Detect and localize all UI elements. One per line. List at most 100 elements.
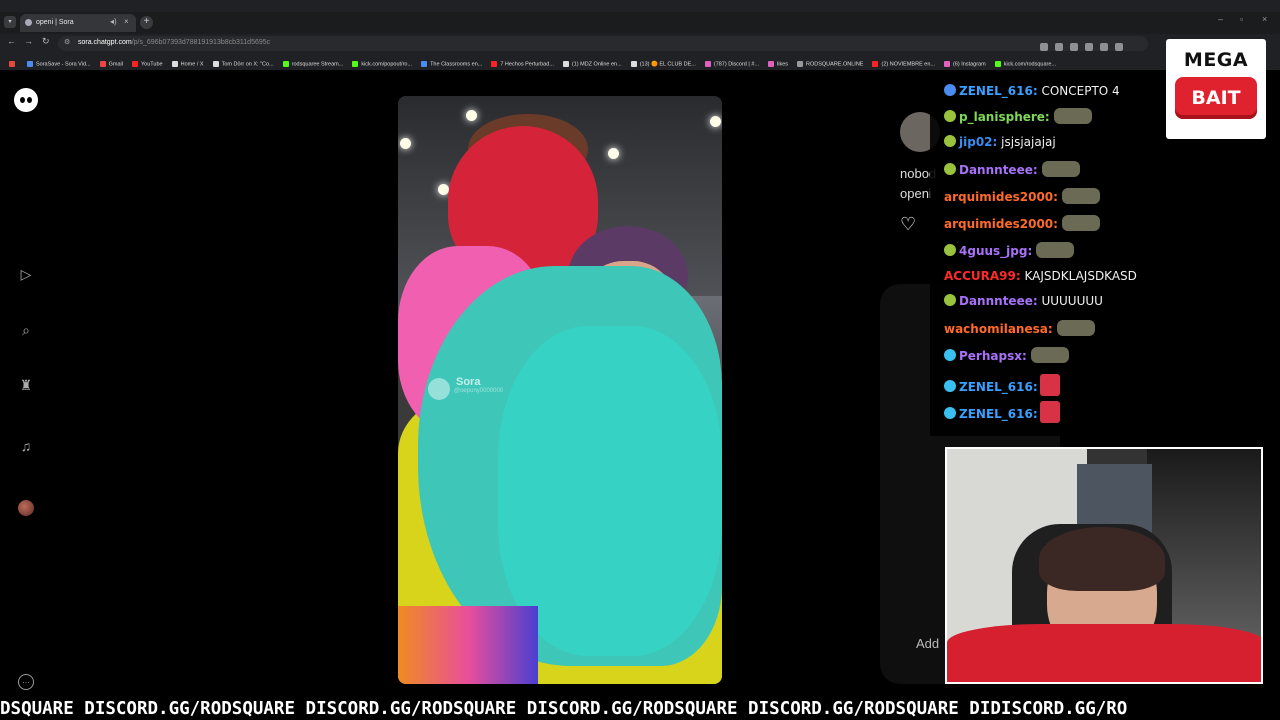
- bookmark-favicon-icon: [943, 60, 950, 67]
- bookmark-item[interactable]: rodsquaree Stream...: [282, 60, 343, 67]
- bookmark-label: Gmail: [108, 60, 123, 67]
- ceiling-light: [400, 138, 411, 149]
- notification-bell-icon[interactable]: ♫: [16, 436, 36, 456]
- speaker-icon[interactable]: ◂): [110, 17, 117, 26]
- bookmark-item[interactable]: kick.com/rodsquare...: [994, 60, 1056, 67]
- site-info-icon[interactable]: ⚙: [64, 38, 70, 46]
- bookmark-label: (13) 🟠 EL CLUB DE...: [639, 60, 696, 67]
- like-heart-icon[interactable]: ♡: [900, 214, 916, 235]
- address-bar[interactable]: ⚙ sora.chatgpt.com/p/s_696b07393d7881919…: [58, 36, 1148, 51]
- chat-message: Dannnteee:: [944, 161, 1080, 183]
- chat-emote-icon: [1056, 320, 1095, 336]
- chat-text: CONCEPTO 4: [1037, 84, 1120, 98]
- tab-favicon-icon: [25, 19, 32, 26]
- bookmark-star-icon[interactable]: [1115, 43, 1123, 51]
- minimize-icon[interactable]: –: [1218, 14, 1223, 24]
- bookmark-item[interactable]: (6) Instagram: [943, 60, 986, 67]
- bookmark-item[interactable]: likes: [768, 60, 788, 67]
- url-path: /p/s_696b07393d788191913b8cb311d5695c: [131, 39, 271, 46]
- bookmark-label: (2) NOVIEMBRE en...: [881, 60, 935, 67]
- more-options-icon[interactable]: …: [18, 674, 34, 690]
- extension-icon[interactable]: [1070, 43, 1078, 51]
- back-icon[interactable]: ←: [7, 36, 16, 46]
- chat-message: ZENEL_616: CONCEPTO 4: [944, 84, 1120, 106]
- browser-chrome: ▾ openi | Sora ◂) × + – ▫ × ← → ↻ ⚙ sora…: [0, 0, 1280, 70]
- restore-icon[interactable]: ▫: [1240, 14, 1243, 24]
- chat-emote-icon: [1061, 188, 1100, 204]
- reload-icon[interactable]: ↻: [42, 36, 50, 47]
- bookmark-item[interactable]: SoraSave - Sora Vid...: [27, 60, 91, 67]
- chat-message: jip02: jsjsjajajaj: [944, 135, 1056, 157]
- video-player[interactable]: Sora @oepuny0000000: [398, 96, 722, 684]
- new-tab-button[interactable]: +: [140, 16, 153, 29]
- url-host: sora.chatgpt.com: [78, 39, 132, 46]
- bookmark-label: (787) Discord | #...: [713, 60, 759, 67]
- bookmark-item[interactable]: (787) Discord | #...: [704, 60, 759, 67]
- bookmark-item[interactable]: (2) NOVIEMBRE en...: [872, 60, 935, 67]
- sora-logo-icon[interactable]: [14, 88, 38, 112]
- chat-emote-icon: [1039, 401, 1060, 423]
- bookmark-favicon-icon: [630, 60, 637, 67]
- discord-ticker: DSQUARE DISCORD.GG/RODSQUARE DISCORD.GG/…: [0, 699, 1280, 720]
- bookmark-item[interactable]: Home / X: [171, 60, 204, 67]
- bookmark-item[interactable]: RODSQUARE.ONLINE: [797, 60, 864, 67]
- bookmark-favicon-icon: [421, 60, 428, 67]
- bookmark-item[interactable]: kick.com/popout/ro...: [352, 60, 413, 67]
- bookmark-item[interactable]: (1) MDZ Online en...: [562, 60, 622, 67]
- add-comment-button[interactable]: Add: [916, 636, 939, 651]
- bookmark-favicon-icon: [212, 60, 219, 67]
- extension-icon[interactable]: [1085, 43, 1093, 51]
- bookmark-item[interactable]: Tom Dörr on X: "Co...: [212, 60, 274, 67]
- chat-message: arquimides2000:: [944, 215, 1100, 237]
- bookmark-label: The Classrooms en...: [430, 60, 483, 67]
- bookmarks-menu-icon[interactable]: [9, 60, 18, 67]
- video-icon[interactable]: ▷: [16, 264, 36, 284]
- trophy-icon[interactable]: ♜: [16, 375, 36, 395]
- chat-username: Perhapsx:: [959, 349, 1027, 363]
- bookmark-favicon-icon: [352, 60, 359, 67]
- extension-icon[interactable]: [1100, 43, 1108, 51]
- extension-icon[interactable]: [1040, 43, 1048, 51]
- tab-title: openi | Sora: [36, 19, 74, 26]
- chat-username: jip02:: [959, 135, 998, 149]
- chat-badge-icon: [944, 380, 956, 392]
- bookmark-item[interactable]: The Classrooms en...: [421, 60, 483, 67]
- chat-message: ACCURA99: KAJSDKLAJSDKASD: [944, 269, 1137, 291]
- chat-message: p_lanisphere:: [944, 108, 1092, 130]
- chat-text: UUUUUUU: [1037, 294, 1103, 308]
- tab-search-icon[interactable]: ▾: [4, 16, 16, 28]
- chat-username: 4guus_jpg:: [959, 244, 1033, 258]
- window-close-icon[interactable]: ×: [1262, 14, 1267, 24]
- bookmark-favicon-icon: [491, 60, 498, 67]
- bookmark-favicon-icon: [99, 60, 106, 67]
- bookmark-label: RODSQUARE.ONLINE: [806, 60, 864, 67]
- bookmark-label: 7 Hechos Perturbad...: [500, 60, 554, 67]
- bait-label: BAIT: [1175, 77, 1257, 119]
- chat-emote-icon: [1036, 242, 1075, 258]
- bookmark-label: Home / X: [180, 60, 204, 67]
- bookmark-label: SoraSave - Sora Vid...: [36, 60, 91, 67]
- chat-badge-icon: [944, 244, 956, 256]
- chat-badge-icon: [944, 294, 956, 306]
- chat-text: jsjsjajajaj: [997, 135, 1056, 149]
- forward-icon[interactable]: →: [24, 36, 33, 46]
- bookmark-item[interactable]: YouTube: [132, 60, 163, 67]
- streamer-webcam: [945, 447, 1263, 684]
- bookmark-item[interactable]: (13) 🟠 EL CLUB DE...: [630, 60, 696, 67]
- chat-emote-icon: [1030, 347, 1069, 363]
- chat-message: ZENEL_616:: [944, 374, 1060, 396]
- chat-message: wachomilanesa:: [944, 320, 1095, 342]
- ceiling-light: [466, 110, 477, 121]
- extension-icon[interactable]: [1055, 43, 1063, 51]
- chat-badge-icon: [944, 135, 956, 147]
- bookmark-favicon-icon: [171, 60, 178, 67]
- tab-sora[interactable]: openi | Sora ◂) ×: [20, 14, 136, 32]
- bookmark-item[interactable]: Gmail: [99, 60, 123, 67]
- search-icon[interactable]: ⌕: [16, 320, 36, 340]
- tab-close-icon[interactable]: ×: [124, 17, 129, 26]
- chat-username: arquimides2000:: [944, 217, 1058, 231]
- bookmark-item[interactable]: 7 Hechos Perturbad...: [491, 60, 554, 67]
- profile-avatar[interactable]: [18, 500, 34, 516]
- chat-badge-icon: [944, 84, 956, 96]
- bookmark-label: kick.com/popout/ro...: [361, 60, 413, 67]
